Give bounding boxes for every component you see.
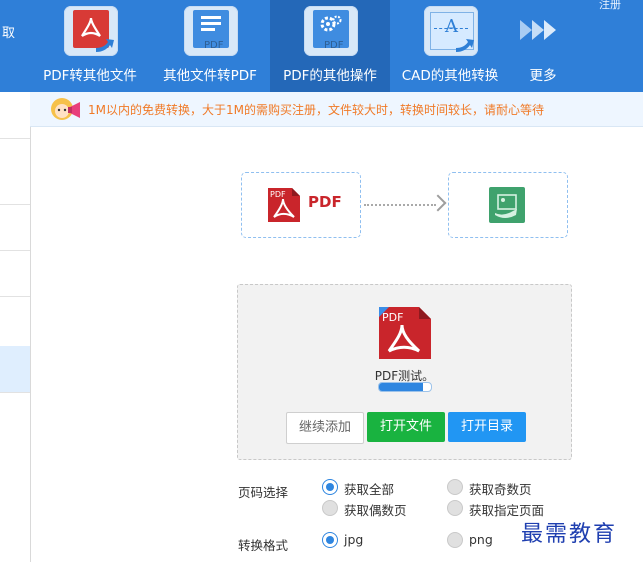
svg-text:PDF: PDF [382,311,403,324]
toolbar-clipped-text: 取 [2,26,16,41]
radio-dot [447,479,463,495]
source-format-box: PDF PDF [241,172,361,238]
radio-dot [447,532,463,548]
tool-label: 更多 [529,68,557,84]
open-directory-button[interactable]: 打开目录 [448,412,526,442]
cad-convert-icon: A [424,6,478,56]
target-format-box [448,172,568,238]
tool-pdf-to-other[interactable]: PDF转其他文件 [30,0,150,92]
conversion-progress-bar [378,382,432,392]
sidebar-item[interactable] [0,92,30,139]
tool-more[interactable]: 更多 [512,0,574,92]
other-to-pdf-icon: PDF [184,6,238,56]
sidebar-item[interactable] [0,250,30,297]
image-file-icon [489,187,525,223]
format-label: 转换格式 [238,538,289,553]
register-link[interactable]: 注册 [599,0,621,12]
tool-label: CAD的其他转换 [401,68,499,84]
sidebar-item[interactable] [0,204,30,251]
pdf-file-icon: PDF [268,188,300,222]
radio-label: jpg [344,532,364,547]
tool-label: PDF转其他文件 [43,68,137,84]
more-arrows-icon [520,20,556,40]
sidebar-item[interactable] [0,158,30,205]
watermark-text: 最需教育 [521,522,618,547]
radio-dot [447,500,463,516]
top-toolbar: 取 注册 PDF转其他文件 PDF 其他文件转PDF PDF PDF的其他操作 … [0,0,643,92]
file-drop-area[interactable]: PDF PDF测试。 继续添加 打开文件 打开目录 [237,284,572,460]
radio-label: 获取偶数页 [344,503,407,518]
radio-label: 获取奇数页 [469,482,532,497]
radio-dot [322,532,338,548]
page-select-label: 页码选择 [238,485,289,500]
radio-label: 获取全部 [344,482,395,497]
flow-arrow-icon [429,194,447,212]
flow-arrow-line [364,204,436,206]
sidebar-item-active[interactable] [0,346,30,393]
tool-cad-convert[interactable]: A CAD的其他转换 [390,0,510,92]
open-file-button[interactable]: 打开文件 [367,412,445,442]
notice-text: 1M以内的免费转换，大于1M的需购买注册，文件较大时，转换时间较长，请耐心等待 [88,103,544,117]
tool-pdf-other-ops[interactable]: PDF PDF的其他操作 [270,0,390,92]
radio-label: png [469,532,493,547]
pdf-settings-icon: PDF [304,6,358,56]
tool-other-to-pdf[interactable]: PDF 其他文件转PDF [150,0,270,92]
tool-label: 其他文件转PDF [163,68,257,84]
radio-dot [322,479,338,495]
source-format-label: PDF [308,193,342,211]
radio-dot [322,500,338,516]
pdf-file-icon: PDF [379,307,431,359]
mascot-icon [51,98,80,120]
continue-add-button[interactable]: 继续添加 [286,412,364,444]
progress-fill [379,383,424,391]
tool-label: PDF的其他操作 [283,68,377,84]
svg-text:PDF: PDF [270,190,286,199]
left-sidebar [0,92,31,562]
pdf-to-other-icon [64,6,118,56]
notice-bar: 1M以内的免费转换，大于1M的需购买注册，文件较大时，转换时间较长，请耐心等待 [30,92,643,127]
